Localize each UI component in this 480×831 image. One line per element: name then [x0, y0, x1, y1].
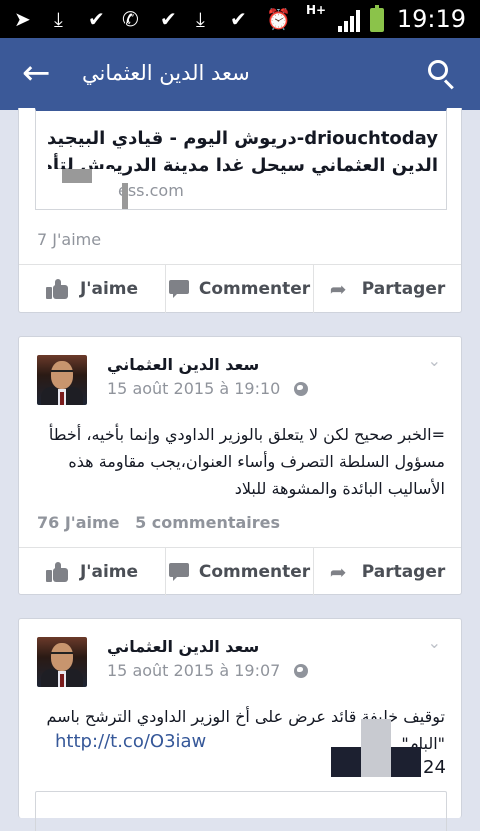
app-bar: ← سعد الدين العثماني [0, 38, 480, 110]
check-icon: ✔ [88, 7, 105, 31]
post-text: =الخبر صحيح لكن لا يتعلق بالوزير الداودي… [37, 421, 445, 502]
redaction-block [391, 747, 421, 777]
post-text-tail: 24 [423, 757, 446, 778]
comment-bubble-icon [168, 563, 189, 581]
comment-label: Commenter [198, 562, 311, 582]
share-arrow-icon: ➦ [329, 277, 347, 301]
post-text-line: الأساليب البائدة والمشوهة للبلاد [234, 479, 445, 498]
post-card: سعد الدين العثماني 15 août 2015 à 19:10 … [18, 336, 462, 596]
battery-charging-icon [370, 5, 384, 32]
nav-arrow-icon: ➤ [14, 7, 31, 31]
comment-button[interactable]: Commenter [166, 265, 314, 313]
post-timestamp[interactable]: 15 août 2015 à 19:07 [107, 661, 280, 680]
like-label: J'aime [79, 279, 139, 299]
link-preview-title-start: driouchtoday- [296, 128, 438, 149]
link-preview[interactable]: driouchtoday-دريوش اليوم - قيادي البيجيد… [35, 108, 447, 210]
redaction-block [62, 169, 92, 183]
phone-icon: ✆ [122, 7, 139, 31]
status-bar: ➤ ⤓ ✔ ✆ ✔ ⤓ ✔ ⏰ H+ 19:19 [0, 0, 480, 38]
thumbs-up-icon [45, 562, 68, 582]
post-meta: 15 août 2015 à 19:07 [107, 661, 309, 680]
search-icon[interactable] [424, 56, 460, 92]
arrow-back-icon[interactable]: ← [22, 54, 62, 94]
share-arrow-icon: ➦ [329, 560, 347, 584]
post-card: driouchtoday-دريوش اليوم - قيادي البيجيد… [18, 108, 462, 313]
share-label: Partager [361, 279, 446, 299]
alarm-icon: ⏰ [266, 7, 291, 31]
post-author[interactable]: سعد الدين العثماني [107, 355, 259, 374]
download-icon: ⤓ [54, 7, 63, 31]
link-preview[interactable] [35, 791, 447, 831]
globe-icon [294, 663, 309, 678]
post-author[interactable]: سعد الدين العثماني [107, 637, 259, 656]
share-label: Partager [361, 562, 446, 582]
likes-count[interactable]: 7 J'aime [37, 230, 101, 249]
redaction-block [331, 747, 361, 777]
post-link[interactable]: http://t.co/O3iaw [55, 731, 206, 752]
post-stats: 76 J'aime 5 commentaires [37, 513, 290, 532]
likes-count[interactable]: 76 J'aime [37, 513, 120, 532]
redaction-block [122, 183, 128, 209]
like-label: J'aime [79, 562, 139, 582]
link-preview-title-line1: دريوش اليوم - قيادي البيجيدي سعد- [48, 128, 297, 149]
like-button[interactable]: J'aime [19, 265, 166, 313]
signal-icon [338, 10, 362, 32]
redaction-block [361, 747, 391, 777]
redaction-block [361, 719, 391, 747]
post-meta: 15 août 2015 à 19:10 [107, 379, 309, 398]
check-icon: ✔ [230, 7, 247, 31]
chevron-down-icon[interactable]: ⌄ [428, 633, 441, 652]
post-text-line: =الخبر صحيح لكن لا يتعلق بالوزير الداودي… [48, 425, 445, 444]
avatar[interactable] [37, 355, 87, 405]
post-text-line: مسؤول السلطة التصرف وأساء العنوان،يجب مق… [68, 452, 445, 471]
action-bar: J'aime Commenter ➦ Partager [19, 264, 461, 313]
post-card: سعد الدين العثماني 15 août 2015 à 19:07 … [18, 618, 462, 831]
share-button[interactable]: ➦ Partager [314, 265, 461, 313]
network-type-label: H+ [306, 3, 327, 17]
comments-count[interactable]: 5 commentaires [135, 513, 280, 532]
download-icon: ⤓ [196, 7, 205, 31]
thumbs-up-icon [45, 279, 68, 299]
check-icon: ✔ [160, 7, 177, 31]
chevron-down-icon[interactable]: ⌄ [428, 351, 441, 370]
comment-bubble-icon [168, 280, 189, 298]
share-button[interactable]: ➦ Partager [314, 548, 461, 596]
post-timestamp[interactable]: 15 août 2015 à 19:10 [107, 379, 280, 398]
action-bar: J'aime Commenter ➦ Partager [19, 547, 461, 596]
status-time: 19:19 [396, 5, 466, 33]
page-title: سعد الدين العثماني [82, 61, 250, 85]
globe-icon [294, 381, 309, 396]
comment-label: Commenter [198, 279, 311, 299]
avatar[interactable] [37, 637, 87, 687]
comment-button[interactable]: Commenter [166, 548, 314, 596]
like-button[interactable]: J'aime [19, 548, 166, 596]
